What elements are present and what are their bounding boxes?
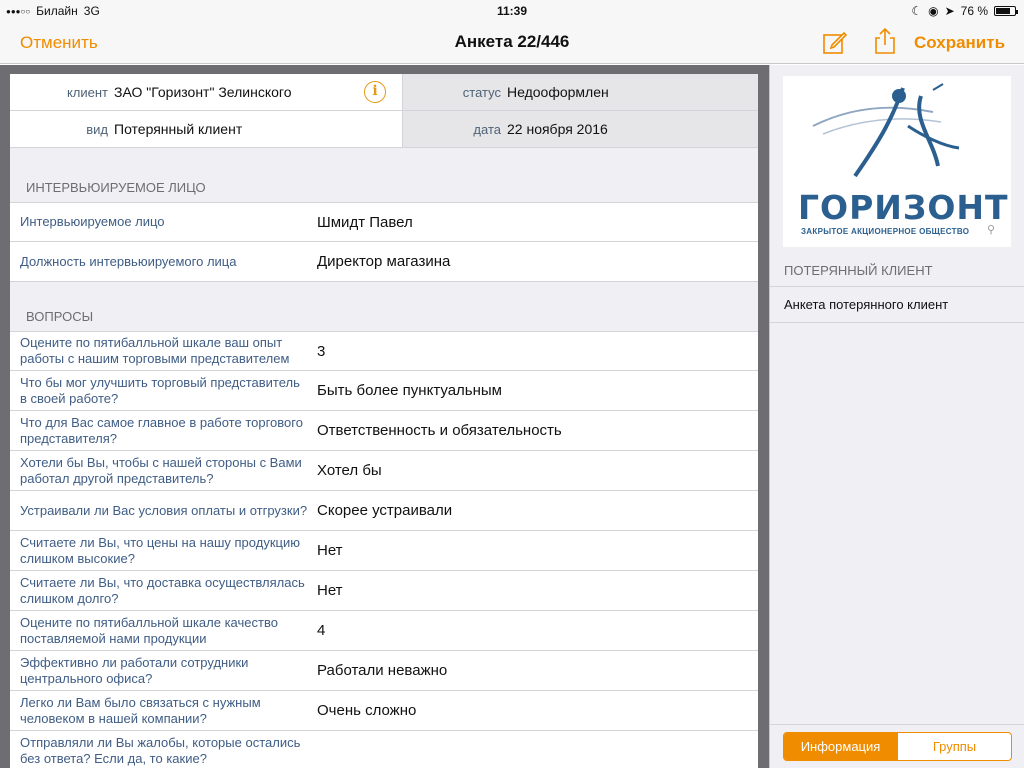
moon-icon: ☾	[911, 4, 923, 18]
status-label: статус	[462, 84, 501, 100]
row-answer: Нет	[317, 582, 343, 599]
tab-groups[interactable]: Группы	[897, 733, 1011, 760]
logo-subtitle: ЗАКРЫТОЕ АКЦИОНЕРНОЕ ОБЩЕСТВО	[801, 227, 970, 236]
section-header-questions: ВОПРОСЫ	[26, 309, 94, 324]
table-row[interactable]: Легко ли Вам было связаться с нужным чел…	[10, 691, 758, 731]
logo-wordmark: ГОРИЗОНТ	[798, 188, 1009, 227]
row-question: Оцените по пятибалльной шкале ваш опыт р…	[20, 335, 290, 366]
table-row[interactable]: Интервьюируемое лицо Шмидт Павел	[10, 202, 758, 242]
row-answer: Ответственность и обязательность	[317, 422, 562, 439]
share-icon[interactable]	[872, 27, 898, 55]
interviewee-list: Интервьюируемое лицо Шмидт Павел Должнос…	[10, 202, 758, 282]
table-row[interactable]: Что бы мог улучшить торговый представите…	[10, 371, 758, 411]
row-answer: 4	[317, 622, 326, 639]
table-row[interactable]: Должность интервьюируемого лица Директор…	[10, 242, 758, 282]
divider	[402, 74, 403, 147]
table-row[interactable]: Устраивали ли Вас условия оплаты и отгру…	[10, 491, 758, 531]
client-value: ЗАО "Горизонт" Зелинского	[114, 84, 292, 100]
table-row[interactable]: Хотели бы Вы, чтобы с нашей стороны с Ва…	[10, 451, 758, 491]
kind-value: Потерянный клиент	[114, 121, 243, 137]
row-answer: Работали неважно	[317, 662, 448, 679]
compose-icon[interactable]	[822, 29, 848, 55]
row-question: Считаете ли Вы, что цены на нашу продукц…	[20, 534, 300, 566]
row-answer: Хотел бы	[317, 462, 382, 479]
status-cell: статус Недооформлен	[403, 74, 758, 110]
row-question: Интервьюируемое лицо	[20, 214, 165, 229]
row-answer: Директор магазина	[317, 253, 451, 270]
status-value: Недооформлен	[507, 84, 609, 100]
client-label: клиент	[66, 84, 108, 100]
tab-information[interactable]: Информация	[784, 733, 897, 760]
row-question: Отправляли ли Вы жалобы, которые осталис…	[20, 734, 301, 766]
table-row[interactable]: Что для Вас самое главное в работе торго…	[10, 411, 758, 451]
section-header-interviewee: ИНТЕРВЬЮИРУЕМОЕ ЛИЦО	[26, 180, 206, 195]
date-cell[interactable]: дата 22 ноября 2016	[403, 111, 758, 147]
divider	[10, 147, 758, 148]
questions-list: Оцените по пятибалльной шкале ваш опыт р…	[10, 331, 758, 768]
save-button[interactable]: Сохранить	[914, 33, 1005, 53]
table-row[interactable]: Считаете ли Вы, что доставка осуществлял…	[10, 571, 758, 611]
kind-label: вид	[86, 121, 108, 137]
client-cell[interactable]: клиент ЗАО "Горизонт" Зелинского i	[10, 74, 402, 110]
table-row[interactable]: Отправляли ли Вы жалобы, которые осталис…	[10, 731, 758, 768]
table-row[interactable]: Оцените по пятибалльной шкале качество п…	[10, 611, 758, 651]
status-right: ☾ ◉ ➤ 76 %	[911, 4, 1018, 18]
row-question: Устраивали ли Вас условия оплаты и отгру…	[20, 502, 308, 518]
row-answer: Скорее устраивали	[317, 502, 453, 519]
sidebar-section-header: ПОТЕРЯННЫЙ КЛИЕНТ	[784, 263, 933, 278]
zoom-icon[interactable]: ⚲	[987, 223, 995, 236]
row-question: Что для Вас самое главное в работе торго…	[20, 414, 303, 446]
table-row[interactable]: Оцените по пятибалльной шкале ваш опыт р…	[10, 331, 758, 371]
status-bar: ●●●○○ Билайн 3G 11:39 ☾ ◉ ➤ 76 %	[0, 0, 1024, 22]
row-answer: Очень сложно	[317, 702, 417, 719]
navigation-bar: Отменить Анкета 22/446 Сохранить	[0, 22, 1024, 64]
row-answer: Шмидт Павел	[317, 213, 413, 231]
battery-percent: 76 %	[960, 4, 988, 18]
row-question: Хотели бы Вы, чтобы с нашей стороны с Ва…	[20, 454, 302, 486]
row-answer: 3	[317, 342, 326, 360]
sidebar-item-questionnaire[interactable]: Анкета потерянного клиент	[770, 286, 1024, 323]
divider	[10, 110, 758, 111]
questionnaire-card: клиент ЗАО "Горизонт" Зелинского i стату…	[10, 74, 758, 768]
table-row[interactable]: Эффективно ли работали сотрудники центра…	[10, 651, 758, 691]
row-question: Легко ли Вам было связаться с нужным чел…	[20, 694, 261, 726]
battery-icon	[994, 6, 1018, 16]
row-question: Оцените по пятибалльной шкале качество п…	[20, 614, 278, 646]
row-question: Должность интервьюируемого лица	[20, 253, 237, 269]
sidebar: ГОРИЗОНТ ЗАКРЫТОЕ АКЦИОНЕРНОЕ ОБЩЕСТВО ⚲…	[769, 65, 1024, 768]
status-time: 11:39	[496, 4, 528, 18]
battery-fill	[996, 8, 1010, 14]
divider	[770, 724, 1024, 725]
company-logo: ГОРИЗОНТ ЗАКРЫТОЕ АКЦИОНЕРНОЕ ОБЩЕСТВО ⚲	[783, 76, 1011, 247]
kind-cell[interactable]: вид Потерянный клиент	[10, 111, 402, 147]
table-row[interactable]: Считаете ли Вы, что цены на нашу продукц…	[10, 531, 758, 571]
segmented-control: Информация Группы	[783, 732, 1012, 761]
row-answer: Нет	[317, 542, 343, 559]
row-question: Считаете ли Вы, что доставка осуществлял…	[20, 574, 305, 606]
row-question: Эффективно ли работали сотрудники центра…	[20, 654, 249, 686]
date-label: дата	[473, 121, 501, 137]
info-icon[interactable]: i	[364, 81, 386, 103]
date-value: 22 ноября 2016	[507, 121, 608, 137]
row-question: Что бы мог улучшить торговый представите…	[20, 374, 300, 406]
page-title: Анкета 22/446	[454, 32, 570, 51]
location-icon: ➤	[944, 4, 955, 18]
row-answer: Быть более пунктуальным	[317, 382, 502, 399]
rotation-lock-icon: ◉	[928, 4, 939, 18]
